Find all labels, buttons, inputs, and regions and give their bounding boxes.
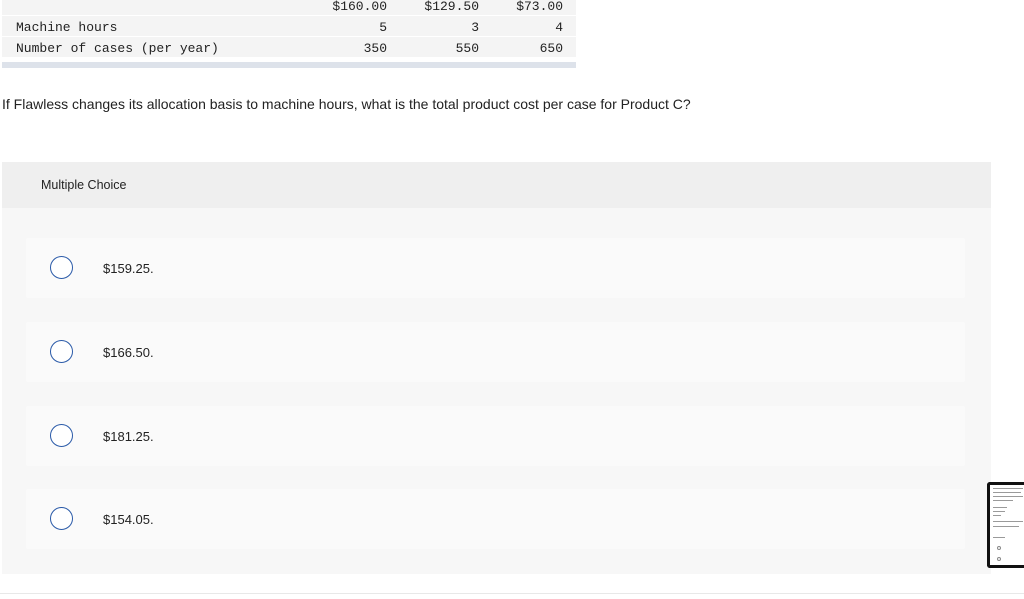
table-footer-bar (2, 62, 576, 68)
choice-option-3[interactable]: $181.25. (26, 406, 965, 466)
cell: 550 (455, 41, 479, 56)
multiple-choice-title: Multiple Choice (41, 178, 127, 192)
choice-label: $154.05. (103, 512, 154, 527)
minimap-line (993, 537, 1005, 538)
choice-label: $166.50. (103, 345, 154, 360)
radio-button[interactable] (50, 340, 73, 363)
minimap-radio (997, 557, 1001, 561)
choice-option-2[interactable]: $166.50. (26, 322, 965, 382)
choice-label: $159.25. (103, 261, 154, 276)
minimap-line (993, 511, 1005, 512)
radio-button[interactable] (50, 424, 73, 447)
table-row: Machine hours 5 3 4 (2, 16, 576, 37)
cell: $73.00 (516, 0, 563, 14)
cell: $129.50 (424, 0, 479, 14)
minimap-radio (997, 546, 1001, 550)
divider (0, 593, 1024, 594)
choice-label: $181.25. (103, 429, 154, 444)
table-row: $160.00 $129.50 $73.00 (2, 0, 576, 16)
cell: 3 (471, 20, 479, 35)
cell: 5 (379, 20, 387, 35)
minimap-line (993, 521, 1023, 522)
minimap-line (993, 507, 1007, 508)
minimap-line (993, 526, 1019, 527)
minimap-line (993, 496, 1023, 497)
data-table: $160.00 $129.50 $73.00 Machine hours 5 3… (2, 0, 576, 58)
table-row: Number of cases (per year) 350 550 650 (2, 37, 576, 58)
multiple-choice-header: Multiple Choice (2, 162, 991, 208)
cell: $160.00 (332, 0, 387, 14)
choice-option-4[interactable]: $154.05. (26, 489, 965, 549)
minimap-line (993, 515, 1001, 516)
page-minimap[interactable] (987, 482, 1024, 568)
cell: 650 (539, 41, 563, 56)
minimap-line (993, 500, 1013, 501)
choice-option-1[interactable]: $159.25. (26, 238, 965, 298)
cell: 350 (363, 41, 387, 56)
minimap-line (993, 488, 1023, 489)
cell: 4 (555, 20, 563, 35)
multiple-choice-panel: Multiple Choice $159.25. $166.50. $181.2… (2, 162, 991, 574)
minimap-line (993, 492, 1021, 493)
radio-button[interactable] (50, 507, 73, 530)
radio-button[interactable] (50, 256, 73, 279)
row-label: Number of cases (per year) (16, 41, 219, 56)
row-label: Machine hours (16, 20, 118, 35)
question-text: If Flawless changes its allocation basis… (2, 96, 691, 112)
